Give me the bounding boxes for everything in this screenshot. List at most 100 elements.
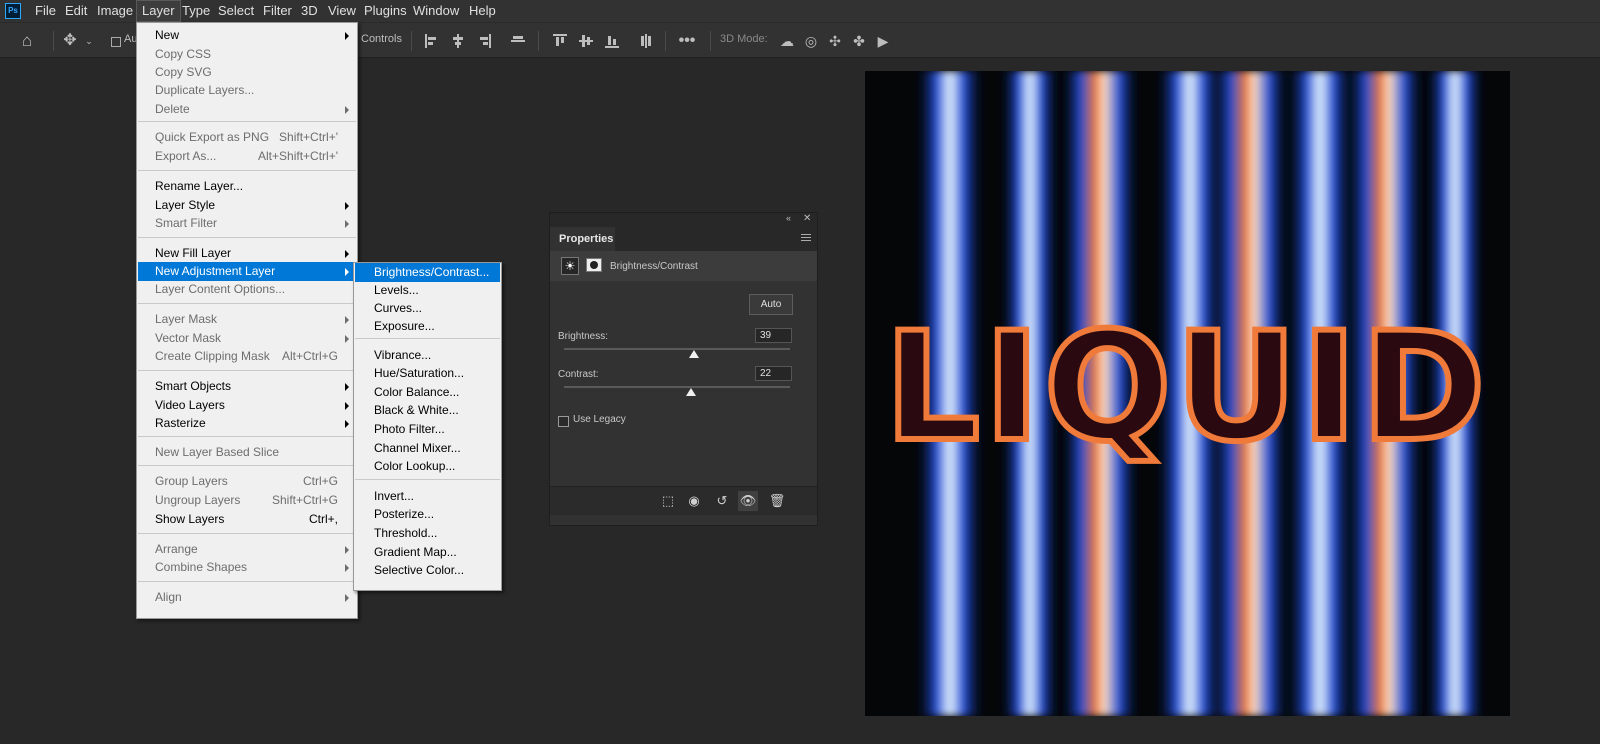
more-icon[interactable]: ••• <box>678 32 696 50</box>
menu-item-arrange[interactable]: Arrange <box>138 540 356 559</box>
menu-item-layer-style[interactable]: Layer Style <box>138 196 356 215</box>
submenu-arrow-icon <box>345 250 349 258</box>
menu-plugins[interactable]: Plugins <box>359 0 412 22</box>
menu-help[interactable]: Help <box>464 0 501 22</box>
contrast-input[interactable]: 22 <box>755 366 792 381</box>
menu-item-group-layers[interactable]: Group Layers Ctrl+G <box>138 472 356 491</box>
menu-filter[interactable]: Filter <box>258 0 297 22</box>
menu-window[interactable]: Window <box>408 0 464 22</box>
menu-item-copy-css[interactable]: Copy CSS <box>138 45 356 64</box>
submenu-item-brightness-contrast[interactable]: Brightness/Contrast... <box>355 263 500 282</box>
menu-select[interactable]: Select <box>213 0 259 22</box>
submenu-arrow-icon <box>345 402 349 410</box>
menu-view[interactable]: View <box>323 0 361 22</box>
contrast-slider-thumb[interactable] <box>685 388 696 396</box>
scale-3d-icon[interactable]: ▶ <box>874 32 892 50</box>
submenu-item-curves[interactable]: Curves... <box>355 299 500 318</box>
align-horizontal-center-icon[interactable] <box>451 34 465 48</box>
move-tool-icon[interactable]: ✥ <box>61 32 79 50</box>
distribute-icon[interactable] <box>511 34 525 48</box>
menu-item-vector-mask[interactable]: Vector Mask <box>138 329 356 348</box>
submenu-item-selective-color[interactable]: Selective Color... <box>355 561 500 580</box>
contrast-slider-track[interactable] <box>564 386 790 388</box>
align-vertical-center-icon[interactable] <box>579 34 593 48</box>
menu-item-rename-layer[interactable]: Rename Layer... <box>138 177 356 196</box>
document-canvas[interactable]: LIQUID <box>865 71 1510 716</box>
menu-item-new-adjustment-layer[interactable]: New Adjustment Layer <box>138 262 356 281</box>
layer-mask-icon[interactable] <box>586 258 602 272</box>
menu-item-new[interactable]: New <box>138 26 356 45</box>
contrast-label: Contrast: <box>558 369 599 380</box>
close-icon[interactable]: ✕ <box>803 213 811 224</box>
menu-item-duplicate-layers[interactable]: Duplicate Layers... <box>138 81 356 100</box>
submenu-item-gradient-map[interactable]: Gradient Map... <box>355 543 500 562</box>
pan-3d-icon[interactable]: ✣ <box>826 32 844 50</box>
roll-3d-icon[interactable]: ◎ <box>802 32 820 50</box>
collapse-icon[interactable]: « <box>786 213 791 223</box>
menu-item-label: Vector Mask <box>155 331 222 345</box>
submenu-item-hue-saturation[interactable]: Hue/Saturation... <box>355 364 500 383</box>
align-top-icon[interactable] <box>553 34 567 48</box>
menu-item-shortcut: Alt+Shift+Ctrl+' <box>258 149 338 163</box>
menu-edit[interactable]: Edit <box>60 0 92 22</box>
menu-file[interactable]: File <box>30 0 61 22</box>
view-previous-state-icon[interactable]: ◉ <box>684 491 704 511</box>
menu-item-copy-svg[interactable]: Copy SVG <box>138 63 356 82</box>
photoshop-logo[interactable]: Ps <box>5 3 21 19</box>
menu-separator <box>138 303 356 304</box>
reset-icon[interactable]: ↺ <box>712 491 732 511</box>
align-right-icon[interactable] <box>477 34 491 48</box>
menu-item-delete[interactable]: Delete <box>138 100 356 119</box>
menu-item-quick-export-as-png[interactable]: Quick Export as PNG Shift+Ctrl+' <box>138 128 356 147</box>
distribute-vertical-icon[interactable] <box>639 34 653 48</box>
menu-item-export-as[interactable]: Export As... Alt+Shift+Ctrl+' <box>138 147 356 166</box>
panel-menu-icon[interactable] <box>801 234 811 235</box>
delete-icon[interactable]: 🗑 <box>767 491 787 511</box>
brightness-label: Brightness: <box>558 331 609 342</box>
toggle-visibility-icon[interactable]: 👁 <box>738 491 758 511</box>
orbit-3d-icon[interactable]: ☁ <box>778 32 796 50</box>
tab-properties[interactable]: Properties <box>550 227 615 251</box>
use-legacy-checkbox[interactable] <box>558 416 569 427</box>
brightness-input[interactable]: 39 <box>755 328 792 343</box>
chevron-down-icon[interactable]: ⌄ <box>80 32 98 50</box>
submenu-item-black-white[interactable]: Black & White... <box>355 401 500 420</box>
submenu-item-color-lookup[interactable]: Color Lookup... <box>355 457 500 476</box>
menu-3d[interactable]: 3D <box>296 0 323 22</box>
menu-image[interactable]: Image <box>92 0 138 22</box>
menu-layer[interactable]: Layer <box>136 0 181 22</box>
menu-item-new-fill-layer[interactable]: New Fill Layer <box>138 244 356 263</box>
submenu-item-exposure[interactable]: Exposure... <box>355 317 500 336</box>
align-left-icon[interactable] <box>425 34 439 48</box>
align-bottom-icon[interactable] <box>605 34 619 48</box>
auto-select-checkbox[interactable] <box>111 37 121 47</box>
menu-item-smart-filter[interactable]: Smart Filter <box>138 214 356 233</box>
auto-button[interactable]: Auto <box>749 294 793 315</box>
menu-item-smart-objects[interactable]: Smart Objects <box>138 377 356 396</box>
submenu-item-color-balance[interactable]: Color Balance... <box>355 383 500 402</box>
menu-item-rasterize[interactable]: Rasterize <box>138 414 356 433</box>
home-icon[interactable]: ⌂ <box>18 32 36 50</box>
menu-item-ungroup-layers[interactable]: Ungroup Layers Shift+Ctrl+G <box>138 491 356 510</box>
menu-item-layer-mask[interactable]: Layer Mask <box>138 310 356 329</box>
menu-item-label: Layer Content Options... <box>155 282 286 296</box>
slide-3d-icon[interactable]: ✤ <box>850 32 868 50</box>
menu-item-layer-content-options[interactable]: Layer Content Options... <box>138 280 356 299</box>
menu-item-new-layer-based-slice[interactable]: New Layer Based Slice <box>138 443 356 462</box>
brightness-slider-thumb[interactable] <box>688 350 699 358</box>
menu-item-align[interactable]: Align <box>138 588 356 607</box>
menu-type[interactable]: Type <box>177 0 215 22</box>
menu-item-combine-shapes[interactable]: Combine Shapes <box>138 558 356 577</box>
brightness-slider-track[interactable] <box>564 348 790 350</box>
clip-to-layer-icon[interactable]: ⬚ <box>658 491 678 511</box>
submenu-item-vibrance[interactable]: Vibrance... <box>355 346 500 365</box>
submenu-item-invert[interactable]: Invert... <box>355 487 500 506</box>
submenu-item-posterize[interactable]: Posterize... <box>355 505 500 524</box>
submenu-item-channel-mixer[interactable]: Channel Mixer... <box>355 439 500 458</box>
menu-item-create-clipping-mask[interactable]: Create Clipping Mask Alt+Ctrl+G <box>138 347 356 366</box>
menu-item-show-layers[interactable]: Show Layers Ctrl+, <box>138 510 356 529</box>
submenu-item-levels[interactable]: Levels... <box>355 281 500 300</box>
submenu-item-threshold[interactable]: Threshold... <box>355 524 500 543</box>
menu-item-video-layers[interactable]: Video Layers <box>138 396 356 415</box>
submenu-item-photo-filter[interactable]: Photo Filter... <box>355 420 500 439</box>
